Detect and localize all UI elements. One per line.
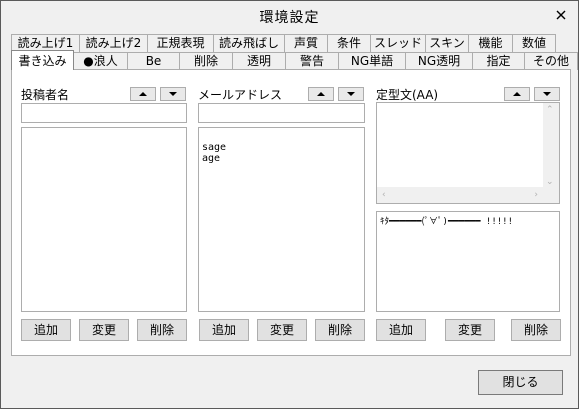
template-change-button[interactable]: 変更 [445, 319, 495, 341]
up-arrow-icon [317, 92, 325, 96]
scroll-right-icon[interactable]: › [534, 190, 538, 200]
template-label: 定型文(AA) [376, 88, 439, 102]
down-arrow-icon [543, 92, 551, 96]
tab-other[interactable]: その他 [524, 52, 578, 70]
list-item[interactable]: sage [202, 142, 362, 153]
poster-change-button[interactable]: 変更 [79, 319, 129, 341]
tab-condition[interactable]: 条件 [327, 34, 371, 52]
tab-transparent[interactable]: 透明 [232, 52, 286, 70]
scroll-up-icon[interactable]: ⌃ [546, 105, 554, 115]
close-dialog-button[interactable]: 閉じる [478, 370, 563, 395]
settings-window: 環境設定 読み上げ1 読み上げ2 正規表現 読み飛ばし 声質 条件 スレッド ス… [0, 0, 579, 409]
poster-name-input[interactable] [21, 103, 187, 123]
poster-add-button[interactable]: 追加 [21, 319, 71, 341]
template-move-up-button[interactable] [504, 87, 530, 101]
mail-delete-button[interactable]: 削除 [315, 319, 365, 341]
template-move-down-button[interactable] [534, 87, 560, 101]
poster-name-list[interactable] [21, 127, 187, 312]
mail-address-input[interactable] [198, 103, 365, 123]
tab-thread[interactable]: スレッド [370, 34, 426, 52]
template-list[interactable]: ⌃ ⌄ ‹ › [376, 102, 560, 204]
tab-function[interactable]: 機能 [468, 34, 513, 52]
tab-designate[interactable]: 指定 [472, 52, 525, 70]
mail-address-list[interactable]: sage age [198, 127, 365, 312]
title-bar: 環境設定 [1, 1, 578, 31]
window-close-button[interactable] [548, 4, 574, 26]
poster-move-down-button[interactable] [160, 87, 186, 101]
down-arrow-icon [169, 92, 177, 96]
tab-warning[interactable]: 警告 [285, 52, 339, 70]
down-arrow-icon [347, 92, 355, 96]
up-arrow-icon [139, 92, 147, 96]
tab-regex[interactable]: 正規表現 [147, 34, 214, 52]
mail-add-button[interactable]: 追加 [199, 319, 249, 341]
poster-move-up-button[interactable] [130, 87, 156, 101]
tab-skip[interactable]: 読み飛ばし [213, 34, 285, 52]
list-item[interactable]: age [202, 153, 362, 164]
scroll-left-icon[interactable]: ‹ [382, 190, 386, 200]
tab-ng-word[interactable]: NG単語 [338, 52, 406, 70]
tab-row-2: 書き込み ●浪人 Be 削除 透明 警告 NG単語 NG透明 指定 その他 [11, 50, 578, 70]
horizontal-scrollbar[interactable]: ‹ › [377, 187, 543, 203]
tab-ronin[interactable]: ●浪人 [73, 52, 128, 70]
mail-move-up-button[interactable] [308, 87, 334, 101]
tab-write[interactable]: 書き込み [11, 50, 74, 70]
mail-address-label: メールアドレス [198, 88, 283, 102]
tab-delete[interactable]: 削除 [179, 52, 233, 70]
tab-voice[interactable]: 声質 [284, 34, 328, 52]
close-icon [556, 10, 566, 20]
tab-skin[interactable]: スキン [425, 34, 469, 52]
template-delete-button[interactable]: 削除 [511, 319, 561, 341]
aa-text-editor[interactable]: ｷﾀ━━━━━━(ﾟ∀ﾟ)━━━━━━ !!!!! [376, 211, 560, 312]
tab-row-1: 読み上げ1 読み上げ2 正規表現 読み飛ばし 声質 条件 スレッド スキン 機能… [11, 34, 556, 52]
up-arrow-icon [513, 92, 521, 96]
scrollbar-corner [543, 187, 559, 203]
poster-name-label: 投稿者名 [21, 88, 70, 102]
mail-move-down-button[interactable] [338, 87, 364, 101]
vertical-scrollbar[interactable]: ⌃ ⌄ [543, 103, 559, 189]
window-title: 環境設定 [259, 10, 320, 26]
template-add-button[interactable]: 追加 [376, 319, 426, 341]
tab-ng-transparent[interactable]: NG透明 [405, 52, 473, 70]
mail-change-button[interactable]: 変更 [257, 319, 307, 341]
tab-be[interactable]: Be [127, 52, 180, 70]
tab-number[interactable]: 数値 [512, 34, 556, 52]
scroll-down-icon[interactable]: ⌄ [546, 177, 554, 187]
tab-yomiage2[interactable]: 読み上げ2 [79, 34, 148, 52]
poster-delete-button[interactable]: 削除 [137, 319, 187, 341]
